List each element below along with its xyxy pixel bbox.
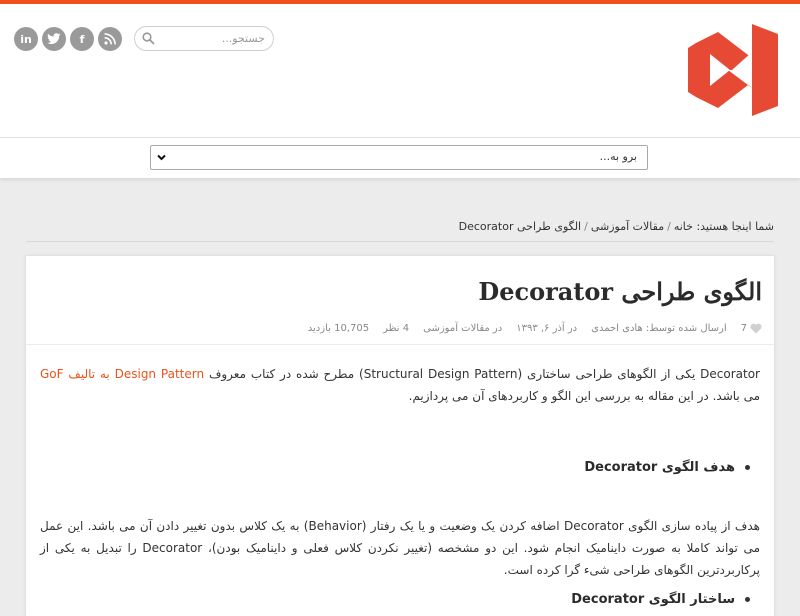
breadcrumb-prefix: شما اینجا هستید: [696, 220, 774, 233]
article-meta: 7 ارسال شده توسط: هادی احمدی در آذر ۶, ۱… [308, 323, 762, 334]
view-count: 10,705 بازدید [307, 323, 370, 334]
article-card: الگوی طراحی Decorator 7 ارسال شده توسط: … [26, 256, 774, 616]
breadcrumb: شما اینجا هستید: خانه/مقالات آموزشی/الگو… [458, 220, 774, 233]
body-paragraph: هدف از پیاده سازی الگوی Decorator اضافه … [40, 519, 760, 577]
author-link[interactable]: ارسال شده توسط: هادی احمدی [591, 323, 727, 334]
heart-icon[interactable] [750, 323, 762, 334]
search-input[interactable] [159, 29, 265, 48]
like-button[interactable]: 7 [741, 323, 762, 334]
comments-link[interactable]: 4 نظر [383, 323, 409, 334]
navigation-bar: برو به... [0, 138, 800, 179]
chevron-down-icon [157, 154, 166, 161]
design-pattern-link[interactable]: Design Pattern به تالیف GoF [40, 367, 204, 381]
breadcrumb-current: الگوی طراحی Decorator [458, 220, 582, 233]
like-count: 7 [740, 323, 747, 334]
twitter-icon[interactable] [42, 27, 66, 51]
breadcrumb-category-link[interactable]: مقالات آموزشی [591, 220, 664, 233]
article-title: الگوی طراحی Decorator [478, 277, 762, 306]
breadcrumb-home-link[interactable]: خانه [674, 220, 693, 233]
site-header [0, 4, 800, 138]
search-box[interactable] [134, 26, 274, 51]
section-heading: هدف الگوی Decorator [584, 460, 750, 475]
breadcrumb-divider [26, 241, 774, 242]
meta-divider [26, 344, 774, 345]
rss-icon[interactable] [98, 27, 122, 51]
search-icon[interactable] [142, 32, 155, 45]
intro-paragraph: Decorator یکی از الگوهای طراحی ساختاری (… [40, 367, 760, 403]
linkedin-icon[interactable]: in [14, 27, 38, 51]
visual-studio-logo-icon[interactable] [688, 24, 778, 116]
facebook-icon[interactable]: f [70, 27, 94, 51]
post-date: در آذر ۶, ۱۳۹۳ [516, 323, 578, 334]
nav-select-value: برو به... [599, 150, 637, 163]
nav-select-dropdown[interactable]: برو به... [150, 145, 648, 170]
category-link[interactable]: در مقالات آموزشی [423, 323, 502, 334]
bullet-icon [745, 465, 750, 470]
